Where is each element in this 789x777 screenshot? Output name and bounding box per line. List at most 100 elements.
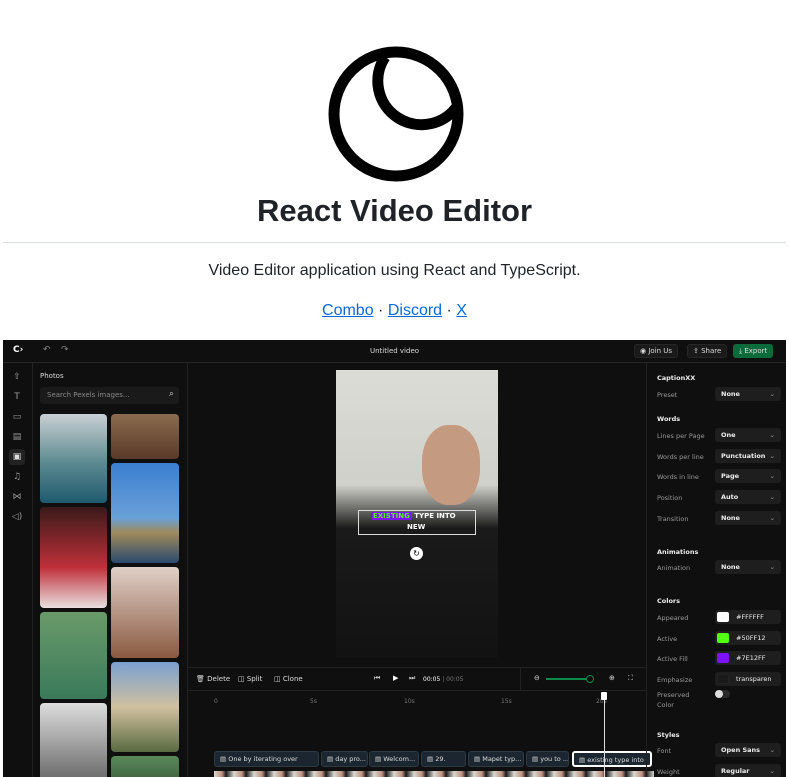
weight-label: Weight <box>657 768 680 776</box>
caption-icon[interactable]: ▤ <box>9 429 25 445</box>
react-video-editor-logo <box>328 46 464 182</box>
active-fill-color-input[interactable]: #7E12FF <box>715 651 781 665</box>
caption-selection-box[interactable]: EXISTING TYPE INTO NEW <box>358 510 476 535</box>
export-button[interactable]: ⤓ Export <box>733 344 774 358</box>
playhead[interactable] <box>601 692 607 777</box>
skip-back-icon[interactable]: ⏮ <box>374 674 380 683</box>
photo-thumbnail[interactable] <box>111 567 179 658</box>
photo-thumbnail[interactable] <box>40 414 107 503</box>
photo-thumbnail[interactable] <box>111 756 179 777</box>
animation-select[interactable]: None ⌄ <box>715 560 781 574</box>
caption-line-2: NEW <box>407 523 426 531</box>
chevron-down-icon: ⌄ <box>769 514 775 522</box>
words-label: Lines per Page <box>657 432 705 440</box>
text-icon[interactable]: T <box>9 389 25 405</box>
preserved-color-toggle[interactable] <box>715 690 730 698</box>
weight-select[interactable]: Regular ⌄ <box>715 764 781 777</box>
preserved-color-label: Preserved Color <box>657 691 690 709</box>
share-button[interactable]: ⇪ Share <box>687 344 728 358</box>
position-select[interactable]: Auto ⌄ <box>715 490 781 504</box>
photo-thumbnail[interactable] <box>40 507 107 608</box>
words-in-line-select[interactable]: Page ⌄ <box>715 469 781 483</box>
chevron-down-icon: ⌄ <box>769 493 775 501</box>
skip-forward-icon[interactable]: ⏭ <box>409 674 415 683</box>
ruler-tick-label: 5s <box>310 698 317 705</box>
editor-screenshot: C› ↶ ↷ Untitled video ◉ Join Us ⇪ Share … <box>3 340 786 777</box>
color-swatch <box>717 653 729 663</box>
audio-icon[interactable]: ◁) <box>9 509 25 525</box>
toolbar-divider <box>520 668 521 690</box>
transition-select[interactable]: None ⌄ <box>715 511 781 525</box>
font-select[interactable]: Open Sans ⌄ <box>715 743 781 757</box>
photo-thumbnail[interactable] <box>40 612 107 699</box>
redo-icon[interactable]: ↷ <box>61 345 69 355</box>
zoom-out-icon[interactable]: ⊖ <box>534 674 540 682</box>
play-icon[interactable]: ▶ <box>393 674 398 682</box>
preset-select[interactable]: None ⌄ <box>715 387 781 401</box>
words-label: Words in line <box>657 473 699 481</box>
caption-clip[interactable]: ▤ Mapet typ... <box>468 751 524 767</box>
chevron-down-icon: ⌄ <box>769 746 775 754</box>
panel-title: CaptionXX <box>657 374 696 382</box>
zoom-in-icon[interactable]: ⊕ <box>609 674 615 682</box>
zoom-slider[interactable] <box>546 675 594 683</box>
video-preview[interactable]: EXISTING TYPE INTO NEW ↻ <box>336 370 498 658</box>
link-discord[interactable]: Discord <box>388 302 442 319</box>
link-x[interactable]: X <box>456 302 467 319</box>
search-icon[interactable]: ⌕ <box>169 389 174 399</box>
caption-clip[interactable]: ▤ day pro... <box>321 751 368 767</box>
appeared-color-input[interactable]: #FFFFFF <box>715 610 781 624</box>
upload-icon[interactable]: ⇧ <box>9 369 25 385</box>
words-per-line-select[interactable]: Punctuation ⌄ <box>715 449 781 463</box>
readme-title: React Video Editor <box>256 193 533 228</box>
rotate-handle-icon[interactable]: ↻ <box>410 547 423 560</box>
music-icon[interactable]: ♫ <box>9 469 25 485</box>
photo-thumbnail[interactable] <box>111 662 179 752</box>
clone-button[interactable]: ◫ Clone <box>274 675 303 683</box>
color-label: Active Fill <box>657 655 688 663</box>
active-color-input[interactable]: #50FF12 <box>715 631 781 645</box>
undo-icon[interactable]: ↶ <box>43 345 51 355</box>
animation-label: Animation <box>657 564 691 572</box>
caption-clip[interactable]: ▤ you to ... <box>526 751 569 767</box>
chevron-down-icon: ⌄ <box>769 452 775 460</box>
caption-clip[interactable]: ▤ Welcom... <box>369 751 419 767</box>
caption-clip[interactable]: ▤ One by iterating over <box>214 751 319 767</box>
caption-clip[interactable]: ▤ 29. <box>421 751 466 767</box>
transition-icon[interactable]: ⋈ <box>9 489 25 505</box>
photo-thumbnail[interactable] <box>111 463 179 563</box>
photo-thumbnail[interactable] <box>111 414 179 459</box>
caption-text: EXISTING TYPE INTO <box>371 512 456 520</box>
font-label: Font <box>657 747 672 755</box>
photo-search-input[interactable]: Search Pexels images... ⌕ <box>40 387 179 404</box>
join-us-button[interactable]: ◉ Join Us <box>634 344 679 358</box>
video-track[interactable] <box>214 771 654 777</box>
split-button[interactable]: ◫ Split <box>238 675 262 683</box>
lines-per-page-select[interactable]: One ⌄ <box>715 428 781 442</box>
readme-description: Video Editor application using React and… <box>208 262 581 279</box>
playhead-handle[interactable] <box>601 692 607 700</box>
link-combo[interactable]: Combo <box>322 302 374 319</box>
delete-button[interactable]: 🗑 Delete <box>196 675 230 683</box>
fit-icon[interactable]: ⛶ <box>628 674 633 683</box>
photo-thumbnail[interactable] <box>40 703 107 777</box>
chevron-down-icon: ⌄ <box>769 563 775 571</box>
divider <box>3 242 786 243</box>
chevron-down-icon: ⌄ <box>769 431 775 439</box>
color-label: Emphasize <box>657 676 693 684</box>
caption-clip-selected[interactable]: ▤ existing type into <box>572 751 652 767</box>
color-swatch <box>717 633 729 643</box>
video-title[interactable]: Untitled video <box>370 347 419 355</box>
color-swatch <box>717 674 729 684</box>
image-icon[interactable]: ▣ <box>9 449 25 465</box>
timeline-toolbar: 🗑 Delete ◫ Split ◫ Clone ⏮ ▶ ⏭ 00:05 | 0… <box>188 667 646 691</box>
time-display: 00:05 | 00:05 <box>423 676 464 683</box>
photos-heading: Photos <box>40 372 64 380</box>
zoom-slider-thumb[interactable] <box>586 675 594 683</box>
words-label: Words per line <box>657 453 704 461</box>
emphasize-color-input[interactable]: transparen <box>715 672 781 686</box>
ruler-tick-label: 15s <box>501 698 512 705</box>
share-icon: ⇪ <box>693 347 702 355</box>
video-icon[interactable]: ▭ <box>9 409 25 425</box>
chevron-down-icon: ⌄ <box>769 390 775 398</box>
